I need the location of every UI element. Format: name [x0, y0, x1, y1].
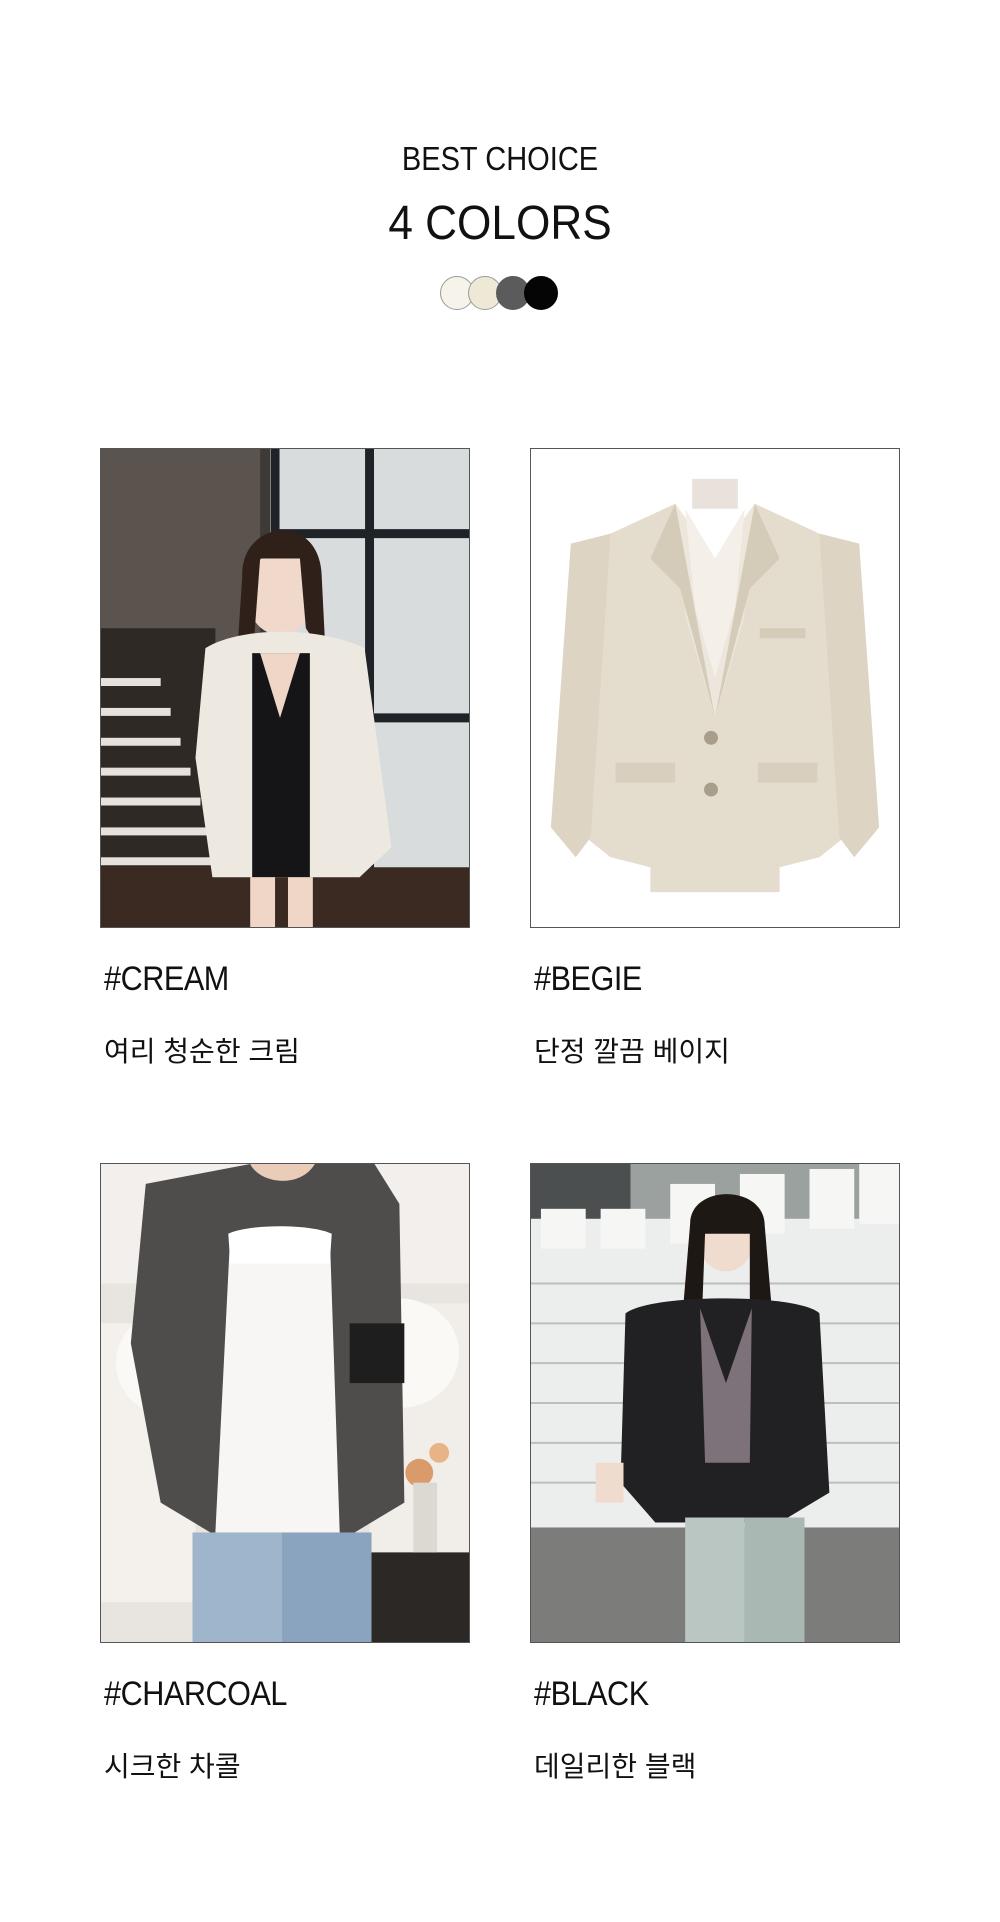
model-black-blazer-photo: [530, 1163, 900, 1643]
section-title: 4 COLORS: [388, 197, 612, 250]
swatch-black[interactable]: [524, 276, 558, 310]
product-description: 데일리한 블랙: [534, 1751, 697, 1782]
product-description: 여리 청순한 크림: [104, 1036, 300, 1067]
product-tag: #CHARCOAL: [104, 1675, 288, 1713]
product-tag: #BEGIE: [534, 960, 642, 998]
model-charcoal-blazer-photo: [100, 1163, 470, 1643]
model-cream-blazer-photo: [100, 448, 470, 928]
product-tag: #BLACK: [534, 1675, 649, 1713]
product-description: 단정 깔끔 베이지: [534, 1036, 730, 1067]
color-swatches: [440, 276, 590, 312]
product-description: 시크한 차콜: [104, 1751, 241, 1782]
section-eyebrow: BEST CHOICE: [401, 140, 599, 177]
product-tag: #CREAM: [104, 960, 229, 998]
beige-blazer-mannequin-photo: [530, 448, 900, 928]
